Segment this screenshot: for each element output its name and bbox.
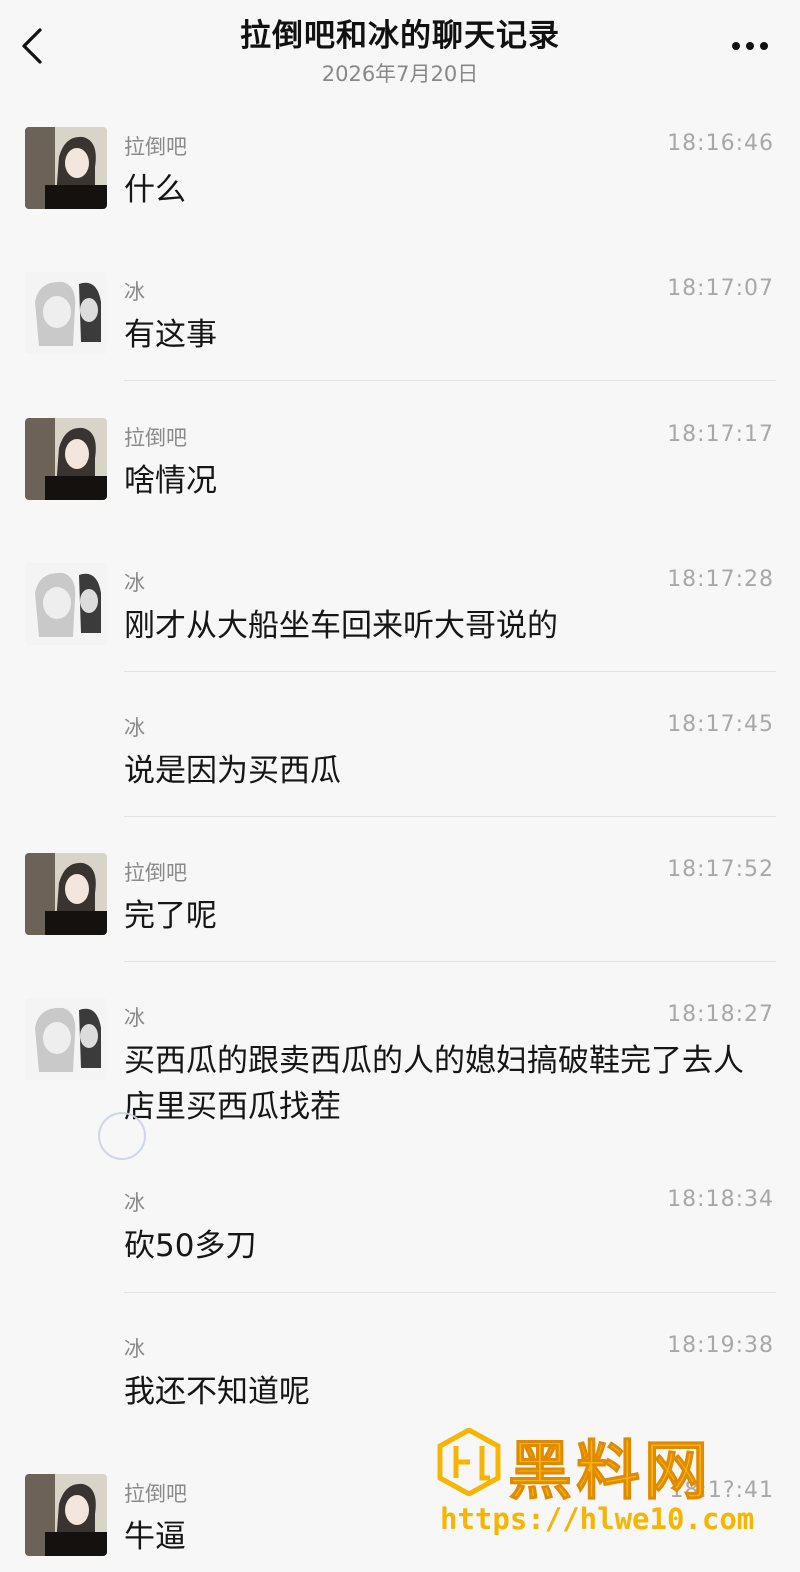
- message-text: 砍50多刀: [124, 1228, 257, 1264]
- message-item[interactable]: 冰 18:17:07 有这事: [0, 272, 800, 362]
- user-photo-icon: [25, 127, 107, 209]
- message-time: 18:17:07: [667, 276, 774, 301]
- user-photo-icon: [25, 853, 107, 935]
- message-divider: [124, 1292, 776, 1293]
- avatar-ladaoba[interactable]: [25, 418, 107, 500]
- message-time: 18:19:38: [667, 1333, 774, 1358]
- message-text: 买西瓜的跟卖西瓜的人的媳妇搞破鞋完了去人店里买西瓜找茬: [124, 1043, 744, 1125]
- message-text: 我还不知道呢: [124, 1374, 310, 1410]
- sender-name: 冰: [124, 280, 145, 304]
- chat-date: 2026年7月20日: [321, 62, 479, 86]
- message-divider: [124, 671, 776, 672]
- watermark: 黑料网 https://hlwe10.com: [436, 1424, 772, 1544]
- avatar-ladaoba[interactable]: [25, 1474, 107, 1556]
- message-time: 18:17:45: [667, 712, 774, 737]
- message-divider: [124, 961, 776, 962]
- anime-avatar-icon: [25, 272, 107, 354]
- watermark-title: 黑料网: [508, 1435, 712, 1510]
- sender-name: 冰: [124, 716, 145, 740]
- chat-header: 拉倒吧和冰的聊天记录 2026年7月20日: [0, 0, 800, 100]
- sender-name: 拉倒吧: [124, 1482, 187, 1506]
- avatar-ladaoba[interactable]: [25, 853, 107, 935]
- user-photo-icon: [25, 418, 107, 500]
- page-title: 拉倒吧和冰的聊天记录: [240, 18, 560, 54]
- more-button[interactable]: [726, 30, 774, 60]
- avatar-ladaoba[interactable]: [25, 127, 107, 209]
- anime-avatar-icon: [25, 998, 107, 1080]
- message-item[interactable]: 拉倒吧 18:17:17 啥情况: [0, 418, 800, 508]
- message-time: 18:17:17: [667, 422, 774, 447]
- message-item[interactable]: 冰 18:17:45 说是因为买西瓜: [0, 708, 800, 798]
- message-text: 什么: [124, 172, 186, 208]
- ellipsis-icon: [732, 42, 768, 50]
- watermark-logo-icon: [436, 1427, 502, 1497]
- message-text: 说是因为买西瓜: [124, 753, 341, 789]
- anime-avatar-icon: [25, 563, 107, 645]
- sender-name: 冰: [124, 571, 145, 595]
- message-item[interactable]: 冰 18:19:38 我还不知道呢: [0, 1329, 800, 1419]
- watermark-url: https://hlwe10.com: [440, 1502, 755, 1536]
- message-item[interactable]: 冰 18:17:28 刚才从大船坐车回来听大哥说的: [0, 563, 800, 653]
- user-photo-icon: [25, 1474, 107, 1556]
- message-time: 18:18:34: [667, 1187, 774, 1212]
- message-text: 完了呢: [124, 898, 217, 934]
- message-text: 啥情况: [124, 463, 217, 499]
- avatar-bing[interactable]: [25, 563, 107, 645]
- message-text: 刚才从大船坐车回来听大哥说的: [124, 608, 558, 644]
- message-item[interactable]: 冰 18:18:34 砍50多刀: [0, 1183, 800, 1273]
- message-time: 18:17:28: [667, 567, 774, 592]
- sender-name: 拉倒吧: [124, 426, 187, 450]
- message-time: 18:18:27: [667, 1002, 774, 1027]
- sender-name: 拉倒吧: [124, 135, 187, 159]
- message-time: 18:17:52: [667, 857, 774, 882]
- message-item[interactable]: 拉倒吧 18:17:52 完了呢: [0, 853, 800, 943]
- sender-name: 冰: [124, 1191, 145, 1215]
- message-time: 18:16:46: [667, 131, 774, 156]
- message-divider: [124, 816, 776, 817]
- message-divider: [124, 380, 776, 381]
- sender-name: 冰: [124, 1337, 145, 1361]
- avatar-bing[interactable]: [25, 272, 107, 354]
- sender-name: 拉倒吧: [124, 861, 187, 885]
- touch-indicator-icon: [98, 1112, 146, 1160]
- message-text: 有这事: [124, 317, 217, 353]
- avatar-bing[interactable]: [25, 998, 107, 1080]
- message-item[interactable]: 拉倒吧 18:16:46 什么: [0, 127, 800, 217]
- sender-name: 冰: [124, 1006, 145, 1030]
